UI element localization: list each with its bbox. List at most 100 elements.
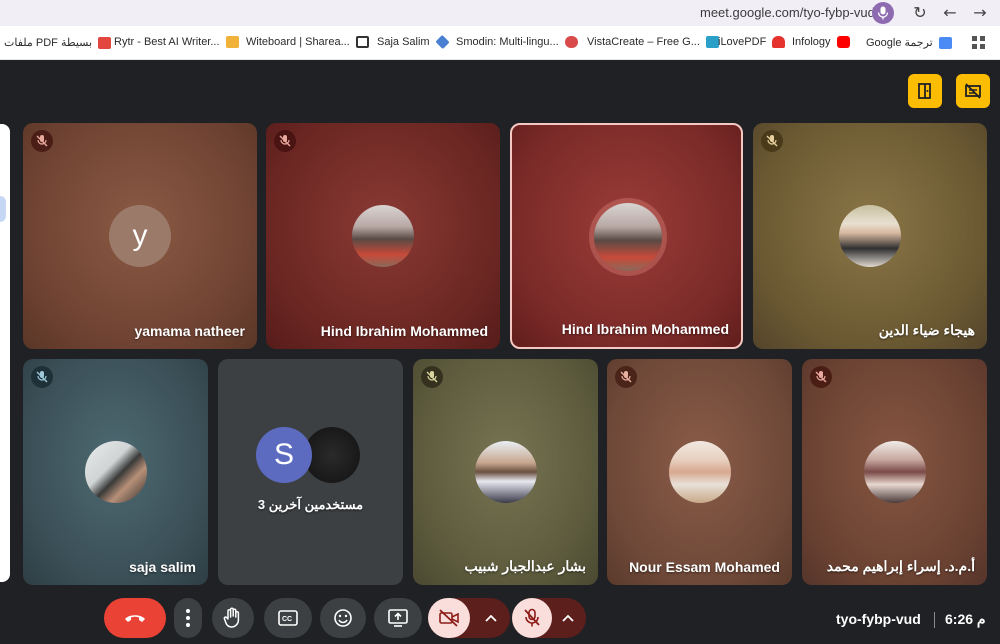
bookmark-label: Google ترجمة	[866, 37, 933, 49]
microphone-icon	[877, 6, 889, 20]
avatar-photo	[839, 205, 901, 267]
participant-tile[interactable]: Nour Essam Mohamed	[607, 359, 792, 585]
avatar: S	[256, 427, 312, 483]
voice-search-button[interactable]	[872, 2, 894, 24]
closed-captions-icon: CC	[278, 610, 298, 626]
bookmark-label: Witeboard | Sharea...	[246, 36, 350, 48]
bookmark-ilovepdf[interactable]: iLovePDF	[718, 36, 788, 52]
avatar: y	[109, 205, 171, 267]
avatar-photo	[864, 441, 926, 503]
bookmark-vistacreate[interactable]: VistaCreate – Free G...	[587, 36, 722, 52]
hand-icon	[223, 607, 240, 628]
mic-off-icon	[426, 371, 438, 383]
side-panel-handle[interactable]	[0, 196, 6, 222]
participant-name: yamama natheer	[134, 323, 245, 339]
others-tile[interactable]: S 3 مستخدمين آخرين	[218, 359, 403, 585]
hang-up-icon	[125, 615, 145, 622]
bookmark-label: Smodin: Multi-lingu...	[456, 36, 559, 48]
video-off-icon	[965, 83, 981, 99]
mic-off-icon	[36, 135, 48, 147]
mic-muted-indicator	[421, 366, 443, 388]
bookmark-pdf[interactable]: ملفات PDF بسيطة	[4, 36, 114, 52]
no-video-layout-button[interactable]	[956, 74, 990, 108]
mic-options-button[interactable]	[552, 598, 586, 638]
mic-toggle-button[interactable]	[512, 598, 552, 638]
participant-tile[interactable]: أ.م.د. إسراء إبراهيم محمد	[802, 359, 987, 585]
chevron-up-icon	[562, 614, 574, 622]
mic-muted-indicator	[810, 366, 832, 388]
mic-off-icon	[766, 135, 778, 147]
raise-hand-button[interactable]	[212, 598, 254, 638]
mic-muted-indicator	[31, 130, 53, 152]
rytr-icon	[225, 36, 239, 49]
participant-name: Hind Ibrahim Mohammed	[561, 321, 729, 337]
board-icon	[355, 36, 369, 49]
divider	[934, 612, 935, 628]
participant-name: saja salim	[129, 559, 196, 575]
reload-icon[interactable]: ↻	[910, 3, 930, 23]
mic-muted-indicator	[615, 366, 637, 388]
apps-grid-icon[interactable]	[972, 36, 986, 50]
bookmark-label: Infology	[792, 36, 831, 48]
others-count-label: 3 مستخدمين آخرين	[257, 497, 364, 512]
door-icon	[918, 83, 931, 99]
participant-tile[interactable]: Hind Ibrahim Mohammed	[266, 123, 500, 349]
participant-name: Hind Ibrahim Mohammed	[320, 323, 488, 339]
mic-muted-indicator	[761, 130, 783, 152]
avatar-photo	[85, 441, 147, 503]
bookmark-label: Saja Salim	[377, 36, 430, 48]
youtube-icon	[836, 36, 850, 49]
browser-url-bar: meet.google.com/tyo-fybp-vud ↻ ← →	[0, 0, 1000, 26]
bookmark-infology[interactable]: Infology	[792, 36, 853, 52]
more-vert-icon	[186, 609, 190, 627]
forward-arrow-icon[interactable]: →	[970, 3, 990, 23]
captions-button[interactable]: CC	[264, 598, 312, 638]
camera-options-button[interactable]	[472, 598, 510, 638]
mic-off-icon	[620, 371, 632, 383]
avatar-photo	[352, 205, 414, 267]
more-options-button[interactable]	[174, 598, 202, 638]
bookmark-smodin[interactable]: Smodin: Multi-lingu...	[456, 36, 581, 52]
bookmark-label: VistaCreate – Free G...	[587, 36, 700, 48]
leave-call-button[interactable]	[104, 598, 166, 638]
participant-name: Nour Essam Mohamed	[629, 559, 780, 575]
present-screen-button[interactable]	[374, 598, 422, 638]
participant-name: هيجاء ضياء الدين	[878, 322, 975, 338]
meeting-code: tyo-fybp-vud	[836, 611, 921, 627]
emoji-icon	[334, 609, 352, 627]
url-text[interactable]: meet.google.com/tyo-fybp-vud	[700, 5, 875, 20]
mic-off-icon	[815, 371, 827, 383]
side-panel-edge[interactable]	[0, 124, 10, 582]
pdf-icon	[98, 37, 112, 50]
bookmark-witeboard[interactable]: Witeboard | Sharea...	[246, 36, 372, 52]
participant-tile[interactable]: y yamama natheer	[23, 123, 257, 349]
avatar-photo	[594, 203, 662, 271]
meeting-clock: 6:26 م	[945, 611, 986, 627]
participant-tile[interactable]: بشار عبدالجبار شبيب	[413, 359, 598, 585]
avatar-photo	[304, 427, 360, 483]
mic-muted-indicator	[274, 130, 296, 152]
bookmark-label: iLovePDF	[718, 36, 767, 48]
bookmark-saja[interactable]: Saja Salim	[377, 35, 452, 52]
svg-text:CC: CC	[282, 616, 292, 623]
participant-tile-speaking[interactable]: Hind Ibrahim Mohammed	[510, 123, 743, 349]
back-arrow-icon[interactable]: ←	[940, 3, 960, 23]
avatar-photo	[475, 441, 537, 503]
reactions-button[interactable]	[320, 598, 366, 638]
exit-door-button[interactable]	[908, 74, 942, 108]
camera-toggle-button[interactable]	[428, 598, 470, 638]
bookmark-rytr[interactable]: Rytr - Best AI Writer...	[114, 36, 242, 52]
bookmark-google-translate[interactable]: Google ترجمة	[866, 36, 955, 52]
mic-off-icon	[36, 371, 48, 383]
camera-off-icon	[439, 609, 459, 627]
mic-off-icon	[279, 135, 291, 147]
participant-tile[interactable]: saja salim	[23, 359, 208, 585]
participant-tile[interactable]: هيجاء ضياء الدين	[753, 123, 987, 349]
mic-off-icon	[524, 608, 540, 627]
diamond-icon	[435, 35, 450, 50]
participant-name: أ.م.د. إسراء إبراهيم محمد	[826, 558, 975, 574]
mic-muted-indicator	[31, 366, 53, 388]
chevron-up-icon	[485, 614, 497, 622]
translate-icon	[938, 37, 952, 50]
heart-icon	[772, 36, 786, 49]
